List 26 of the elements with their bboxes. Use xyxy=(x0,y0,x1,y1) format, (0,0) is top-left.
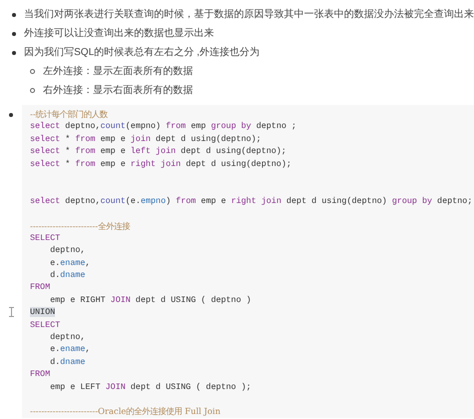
bullet-text: 外连接可以让没查询出来的数据也显示出来 xyxy=(24,27,214,40)
code-line: select * from emp e left join dept d using(deptno); xyxy=(30,145,288,158)
code-line: select * from emp e right join dept d using(deptno); xyxy=(30,158,292,170)
code-line: select deptno,count(e.empno) from emp e right join dept d using(deptno) group by deptno; xyxy=(30,194,474,208)
code-line: SELECT xyxy=(30,318,62,332)
code-line: deptno, xyxy=(49,331,86,344)
code-line: select deptno,count(empno) from emp group by deptno ; xyxy=(30,120,298,133)
code-line: FROM xyxy=(30,281,52,294)
code-line: ------------------------Oracle的全外连接使用 Full Join xyxy=(30,405,222,418)
code-line: ------------------------全外连接 xyxy=(30,220,132,232)
text-cursor-icon xyxy=(8,307,14,317)
bullet-text: 因为我们写SQL的时候表总有左右之分 ,外连接也分为 xyxy=(24,46,260,59)
code-line: e.ename, xyxy=(49,343,92,356)
code-line: emp e LEFT JOIN dept d USING ( deptno ); xyxy=(49,380,252,393)
bullet-text: 当我们对两张表进行关联查询的时候，基于数据的原因导致其中一张表中的数据没办法被完全查询出来 xyxy=(24,8,474,21)
code-line: d.dname xyxy=(49,356,86,368)
code-line: FROM xyxy=(30,368,52,381)
code-line: d.dname xyxy=(49,269,86,282)
bullet-text: 右外连接：显示右面表所有的数据 xyxy=(43,84,193,97)
code-line: SELECT xyxy=(30,232,62,244)
bullet-text: 左外连接：显示左面表所有的数据 xyxy=(43,65,193,78)
code-line: select * from emp e join dept d using(deptno); xyxy=(30,132,262,146)
code-line: --统计每个部门的人数 xyxy=(30,108,109,120)
code-line: deptno, xyxy=(49,244,86,257)
code-line: emp e RIGHT JOIN dept d USING ( deptno ) xyxy=(49,294,252,306)
code-line: e.ename, xyxy=(49,256,92,270)
